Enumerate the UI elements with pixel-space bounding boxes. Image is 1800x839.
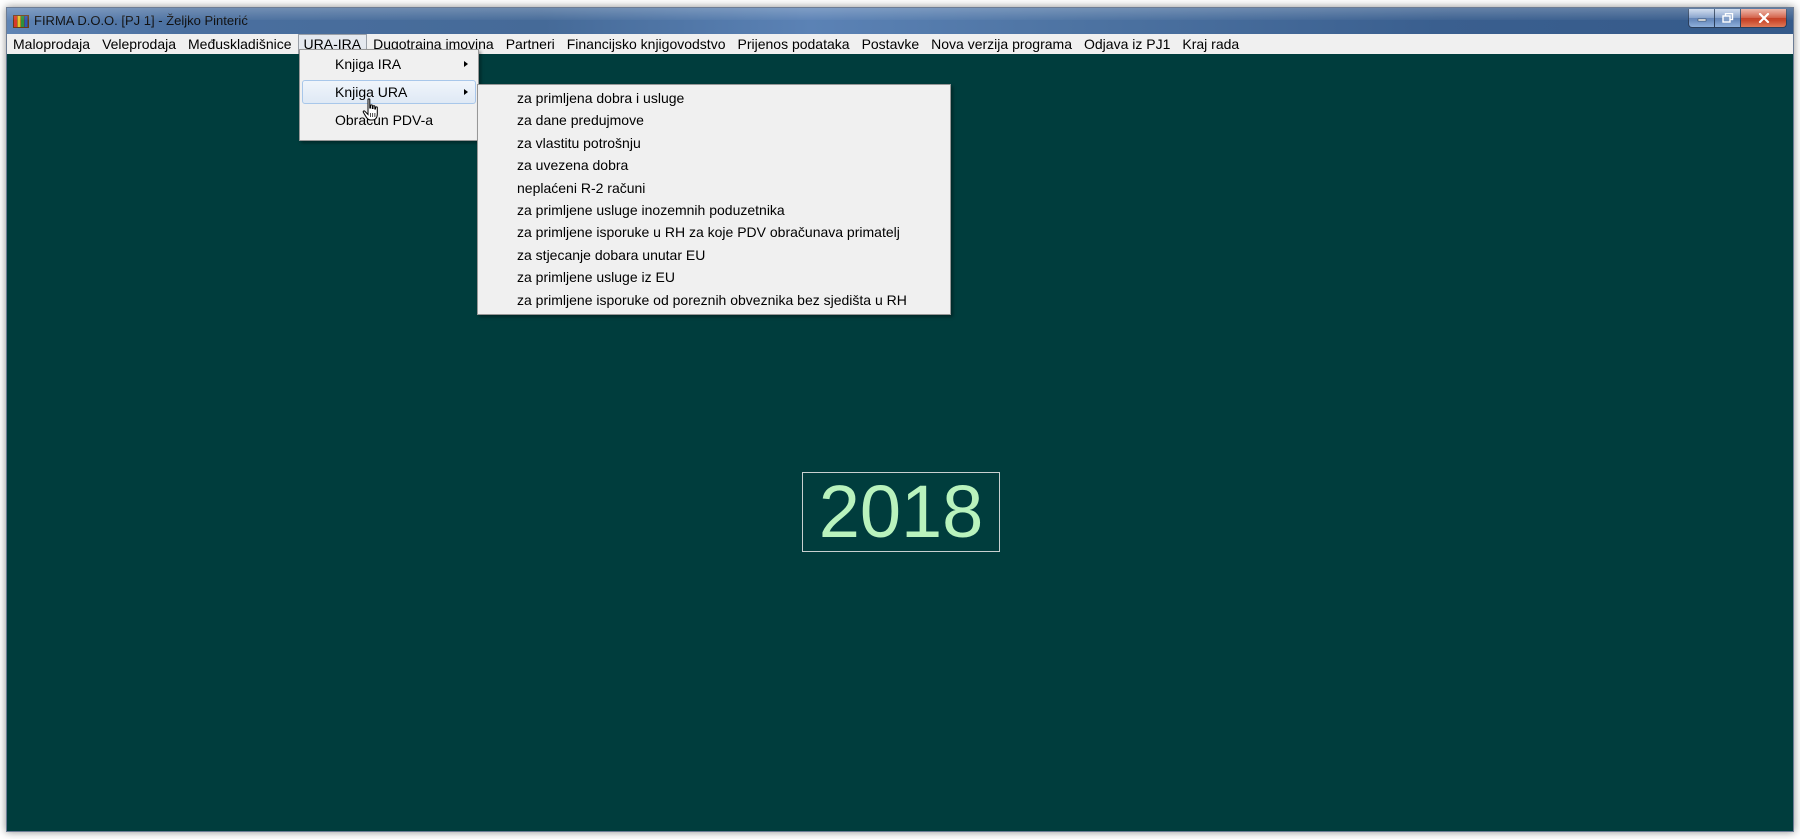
minimize-button[interactable] [1688,9,1715,28]
submenu-item-usluge-eu[interactable]: za primljene usluge iz EU [480,266,948,288]
knjiga-ura-submenu: za primljena dobra i usluge za dane pred… [477,84,951,315]
submenu-item-isporuke-rh-primatelj[interactable]: za primljene isporuke u RH za koje PDV o… [480,221,948,243]
submenu-item-neplaceni-r2[interactable]: neplaćeni R-2 računi [480,177,948,199]
maximize-icon [1721,13,1733,23]
menu-item-knjiga-ira[interactable]: Knjiga IRA [302,52,476,76]
menu-financijsko-knjigovodstvo[interactable]: Financijsko knjigovodstvo [561,34,732,54]
submenu-item-usluge-inozemnih[interactable]: za primljene usluge inozemnih poduzetnik… [480,199,948,221]
menu-item-obracun-pdv[interactable]: Obračun PDV-a [302,108,476,132]
menu-bar: Maloprodaja Veleprodaja Međuskladišnice … [7,34,1793,54]
maximize-button[interactable] [1715,9,1741,28]
menu-partneri[interactable]: Partneri [500,34,561,54]
submenu-item-stjecanje-eu[interactable]: za stjecanje dobara unutar EU [480,244,948,266]
submenu-arrow-icon [464,61,468,67]
submenu-item-dane-predujmove[interactable]: za dane predujmove [480,109,948,131]
window-controls [1688,9,1787,28]
menu-item-label: Knjiga IRA [335,56,402,72]
menu-item-knjiga-ura[interactable]: Knjiga URA [302,80,476,104]
menu-kraj-rada[interactable]: Kraj rada [1176,34,1245,54]
submenu-item-vlastitu-potrosnju[interactable]: za vlastitu potrošnju [480,132,948,154]
menu-item-label: Obračun PDV-a [335,112,434,128]
submenu-item-isporuke-bez-sjedista[interactable]: za primljene isporuke od poreznih obvezn… [480,289,948,311]
menu-odjava-iz-pj1[interactable]: Odjava iz PJ1 [1078,34,1176,54]
close-icon [1758,13,1769,23]
menu-meduskladisnice[interactable]: Međuskladišnice [182,34,298,54]
submenu-arrow-icon [464,89,468,95]
window-title: FIRMA D.O.O. [PJ 1] - Željko Pinterić [34,13,248,28]
close-button[interactable] [1741,9,1787,28]
menu-nova-verzija-programa[interactable]: Nova verzija programa [925,34,1078,54]
menu-prijenos-podataka[interactable]: Prijenos podataka [731,34,855,54]
minimize-icon [1697,18,1706,22]
title-bar[interactable]: FIRMA D.O.O. [PJ 1] - Željko Pinterić [7,8,1793,34]
year-display: 2018 [802,472,1000,552]
hand-cursor-icon [362,98,378,121]
menu-postavke[interactable]: Postavke [856,34,926,54]
submenu-item-uvezena-dobra[interactable]: za uvezena dobra [480,154,948,176]
submenu-item-primljena-dobra-usluge[interactable]: za primljena dobra i usluge [480,87,948,109]
menu-maloprodaja[interactable]: Maloprodaja [7,34,96,54]
ura-ira-dropdown: Knjiga IRA Knjiga URA Obračun PDV-a [299,49,479,141]
app-icon[interactable] [13,13,29,29]
menu-veleprodaja[interactable]: Veleprodaja [96,34,182,54]
